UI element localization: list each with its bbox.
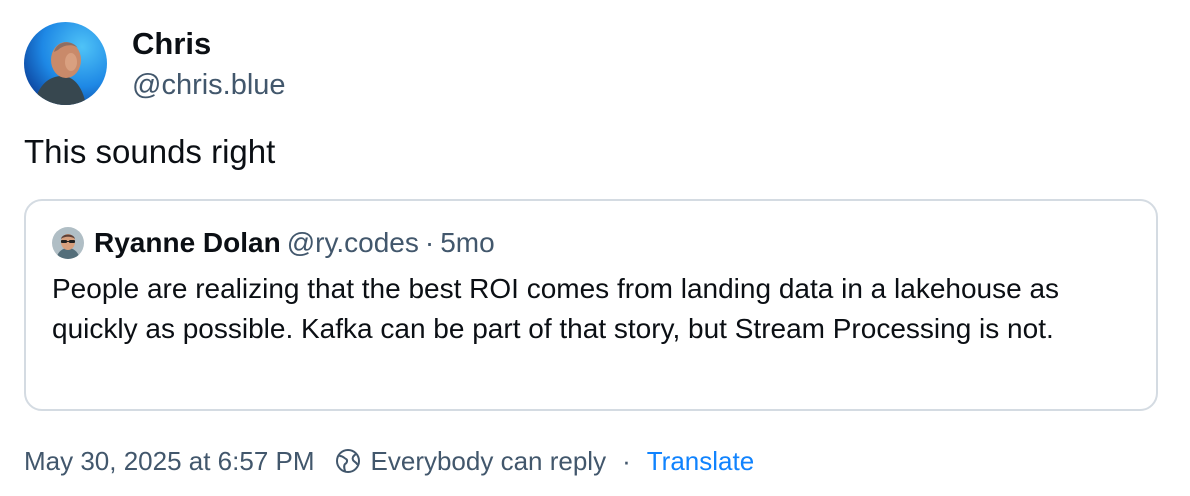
reply-setting-label: Everybody can reply [370, 445, 607, 476]
author-avatar-image [24, 22, 107, 105]
post-timestamp: May 30, 2025 at 6:57 PM [24, 445, 315, 476]
author-avatar[interactable] [24, 22, 107, 105]
quote-separator: · [424, 227, 435, 258]
quote-post-card[interactable]: Ryanne Dolan @ry.codes · 5mo People are rea… [24, 199, 1158, 411]
translate-link[interactable]: Translate [647, 446, 754, 477]
quote-age[interactable]: 5mo [440, 227, 494, 258]
post: Chris @chris.blue This sounds right Ryan… [0, 0, 1190, 496]
author-handle[interactable]: @chris.blue [132, 69, 286, 102]
quote-author-avatar[interactable] [52, 227, 84, 259]
reply-setting[interactable]: Everybody can reply [335, 445, 607, 477]
post-text: This sounds right [24, 133, 276, 170]
quote-author-avatar-image [52, 227, 84, 259]
quote-header: Ryanne Dolan @ry.codes · 5mo [94, 227, 495, 259]
author-display-name[interactable]: Chris [132, 26, 211, 62]
quote-text: People are realizing that the best ROI c… [52, 273, 1060, 344]
quote-author-name[interactable]: Ryanne Dolan [94, 227, 281, 258]
globe-earth-icon [335, 448, 361, 474]
post-footer: May 30, 2025 at 6:57 PM Everybody can re… [24, 444, 754, 478]
quote-author-handle[interactable]: @ry.codes [287, 227, 419, 258]
footer-separator: · [622, 445, 631, 476]
